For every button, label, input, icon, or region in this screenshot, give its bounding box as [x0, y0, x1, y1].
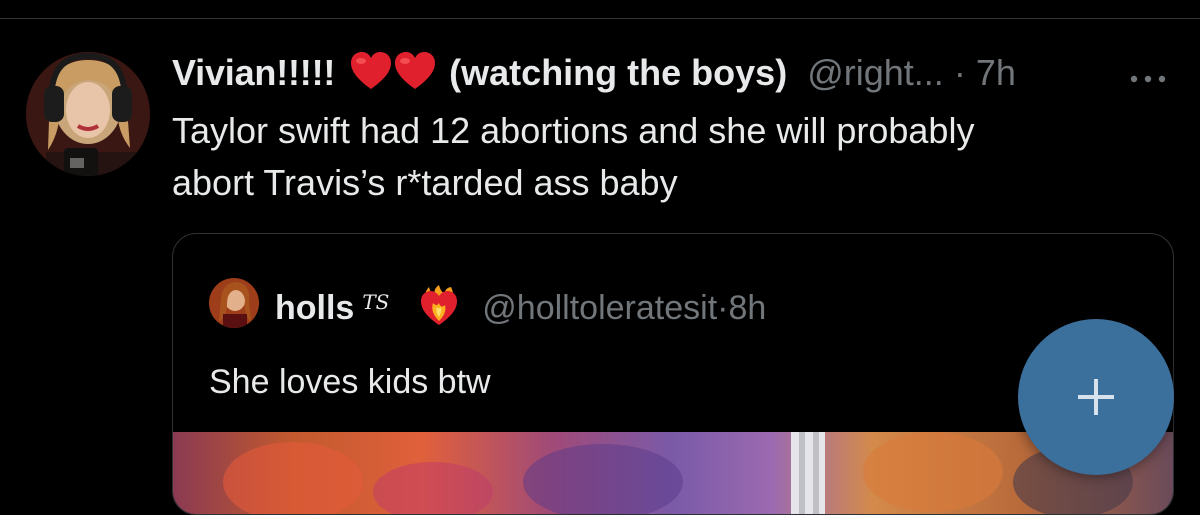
user-handle[interactable]: @right...: [807, 52, 944, 93]
display-name-suffix[interactable]: (watching the boys): [449, 52, 787, 93]
red-heart-icon: [351, 52, 392, 89]
more-options-icon: [1130, 75, 1166, 83]
tweet-text: Taylor swift had 12 abortions and she wi…: [172, 110, 975, 203]
quoted-timestamp[interactable]: 8h: [728, 289, 766, 327]
user-avatar[interactable]: [26, 52, 150, 176]
more-options-button[interactable]: [1128, 67, 1168, 91]
timestamp[interactable]: 7h: [976, 52, 1016, 93]
quoted-display-name[interactable]: holls: [275, 289, 354, 327]
quoted-user-handle[interactable]: @holltoleratesit: [482, 289, 717, 327]
quoted-tweet-text: She loves kids btw: [209, 363, 491, 401]
red-heart-icon: [395, 52, 436, 89]
tweet[interactable]: Vivian!!!!! (watching the boys) @right..…: [0, 19, 1200, 515]
top-divider: [0, 0, 1200, 19]
plus-icon: [1078, 379, 1114, 415]
name-badge-text: TS: [362, 290, 390, 314]
tweet-header: Vivian!!!!! (watching the boys) @right..…: [172, 49, 1172, 97]
compose-fab-button[interactable]: [1018, 319, 1174, 475]
quoted-tweet-header: holls TS @holltoleratesit·8h: [275, 278, 766, 327]
display-name[interactable]: Vivian!!!!!: [172, 52, 335, 93]
quoted-user-avatar[interactable]: [209, 278, 259, 328]
separator-dot: ·: [717, 289, 729, 327]
heart-on-fire-icon: [420, 285, 457, 325]
separator-dot: ·: [953, 52, 966, 93]
quoted-media-image[interactable]: [173, 432, 1173, 514]
